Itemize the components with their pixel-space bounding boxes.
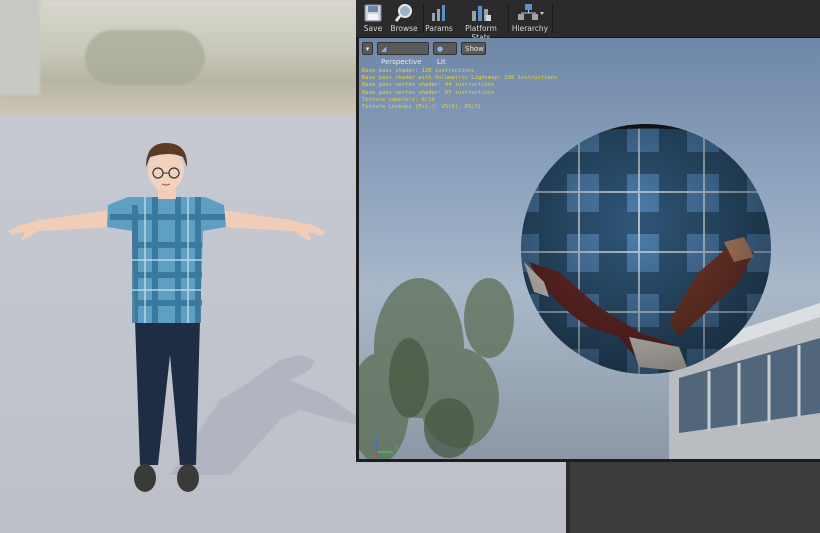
- background-blur: [0, 0, 360, 115]
- save-label: Save: [363, 24, 383, 33]
- params-label: Params: [425, 24, 453, 33]
- save-icon: [364, 4, 382, 22]
- lighting-mode-button[interactable]: ● Lit: [433, 42, 457, 66]
- stats-line: Base pass shader with Volumetric Lightma…: [362, 75, 558, 82]
- stats-line: Base pass vertex shader: 87 instructions: [362, 89, 495, 96]
- browse-label: Browse: [390, 24, 418, 33]
- hierarchy-label: Hierarchy: [511, 24, 549, 33]
- platform-stats-icon: [472, 6, 491, 21]
- params-button[interactable]: Params: [424, 1, 454, 35]
- stats-line: Texture Lookups (Est.): VS(0), PS(3): [362, 104, 482, 111]
- material-editor-window: Save Browse Params Platform Hierarchy ▾ …: [356, 0, 820, 462]
- view-mode-button[interactable]: ◢ Perspective: [377, 42, 429, 66]
- params-icon: [432, 5, 445, 21]
- lit-sphere-icon: ●: [437, 45, 444, 53]
- hierarchy-button[interactable]: Hierarchy: [510, 1, 550, 35]
- hierarchy-icon: [518, 4, 544, 20]
- material-preview-sphere[interactable]: [519, 122, 774, 377]
- show-flags-button[interactable]: Show: [461, 42, 486, 55]
- lighting-mode-label: Lit: [437, 58, 446, 66]
- chevron-down-icon: ▾: [365, 45, 370, 53]
- stats-line: Base pass vertex shader: 44 instructions: [362, 82, 495, 89]
- shader-stats: Base pass shader: 128 instructions Base …: [362, 68, 557, 111]
- stats-line: Texture samplers: 6/16: [362, 96, 435, 103]
- platform-stats-button[interactable]: Platform Stats: [456, 1, 506, 42]
- axis-gizmo: Y Z: [374, 438, 399, 458]
- browse-icon: [394, 4, 412, 22]
- show-flags-label: Show: [465, 45, 484, 53]
- axis-y-label: Y: [394, 445, 399, 452]
- axis-z-label: Z: [379, 453, 383, 458]
- editor-panel-background: [566, 462, 820, 533]
- view-mode-label: Perspective: [381, 58, 422, 66]
- perspective-icon: ◢: [381, 45, 387, 53]
- material-editor-toolbar: Save Browse Params Platform Hierarchy: [356, 0, 820, 42]
- browse-button[interactable]: Browse: [389, 1, 419, 35]
- character-model[interactable]: [0, 135, 340, 495]
- preview-viewport[interactable]: ▾ ◢ Perspective ● Lit Show Base pass sha…: [359, 38, 820, 459]
- stats-line: Base pass shader: 128 instructions: [362, 68, 475, 74]
- viewport-options-dropdown[interactable]: ▾: [362, 42, 373, 55]
- save-button[interactable]: Save: [360, 1, 386, 35]
